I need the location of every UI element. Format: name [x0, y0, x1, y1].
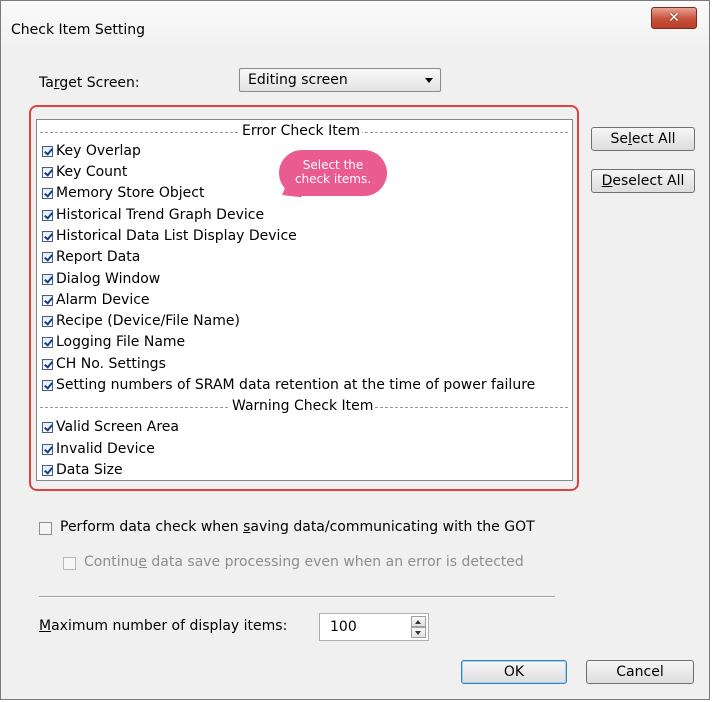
checkbox-checked[interactable]	[42, 465, 53, 476]
title-bar: Check Item Setting ✕	[1, 1, 709, 47]
cancel-button[interactable]: Cancel	[586, 660, 694, 684]
callout-line-2: check items.	[294, 172, 372, 186]
deselect-all-button[interactable]: Deselect All	[591, 169, 695, 193]
check-item-setting-dialog: Check Item Setting ✕ Target Screen: Edit…	[0, 0, 710, 700]
warning-check-separator: Warning Check Item	[40, 398, 568, 414]
checkbox-checked[interactable]	[42, 359, 53, 370]
continue-save-checkbox[interactable]	[63, 557, 76, 570]
close-icon: ✕	[668, 10, 680, 26]
checkbox-checked[interactable]	[42, 188, 53, 199]
window-title: Check Item Setting	[11, 22, 145, 38]
checkbox-checked[interactable]	[42, 146, 53, 157]
checkbox-checked[interactable]	[42, 274, 53, 285]
arrow-up-icon	[415, 620, 421, 624]
error-check-label: Error Check Item	[240, 123, 362, 139]
callout-bubble: Select the check items.	[279, 150, 387, 196]
checkbox-checked[interactable]	[42, 316, 53, 327]
ok-button[interactable]: OK	[461, 660, 567, 684]
max-display-value: 100	[330, 619, 357, 635]
target-screen-dropdown[interactable]: Editing screen	[239, 68, 441, 92]
checkbox-checked[interactable]	[42, 252, 53, 263]
checkbox-checked[interactable]	[42, 422, 53, 433]
close-button[interactable]: ✕	[651, 7, 697, 29]
checkbox-checked[interactable]	[42, 295, 53, 306]
checkbox-checked[interactable]	[42, 210, 53, 221]
target-screen-label: Target Screen:	[39, 75, 140, 91]
arrow-down-icon	[415, 631, 421, 635]
spin-down-button[interactable]	[411, 627, 426, 638]
spin-up-button[interactable]	[411, 616, 426, 627]
target-screen-value: Editing screen	[248, 72, 348, 88]
checkbox-checked[interactable]	[42, 380, 53, 391]
error-check-separator: Error Check Item	[40, 123, 568, 139]
checkbox-checked[interactable]	[42, 167, 53, 178]
select-all-button[interactable]: Select All	[591, 127, 695, 151]
max-display-spinbox[interactable]: 100	[319, 613, 429, 641]
perform-check-label: Perform data check when saving data/comm…	[60, 519, 535, 535]
checkbox-checked[interactable]	[42, 337, 53, 348]
max-display-label: Maximum number of display items:	[39, 618, 288, 634]
perform-check-checkbox[interactable]	[39, 522, 52, 535]
checkbox-checked[interactable]	[42, 231, 53, 242]
callout-line-1: Select the	[302, 158, 364, 172]
divider	[39, 596, 555, 598]
checkbox-checked[interactable]	[42, 444, 53, 455]
chevron-down-icon	[425, 78, 433, 83]
warning-check-label: Warning Check Item	[230, 398, 376, 414]
continue-save-label: Continue data save processing even when …	[84, 554, 524, 570]
